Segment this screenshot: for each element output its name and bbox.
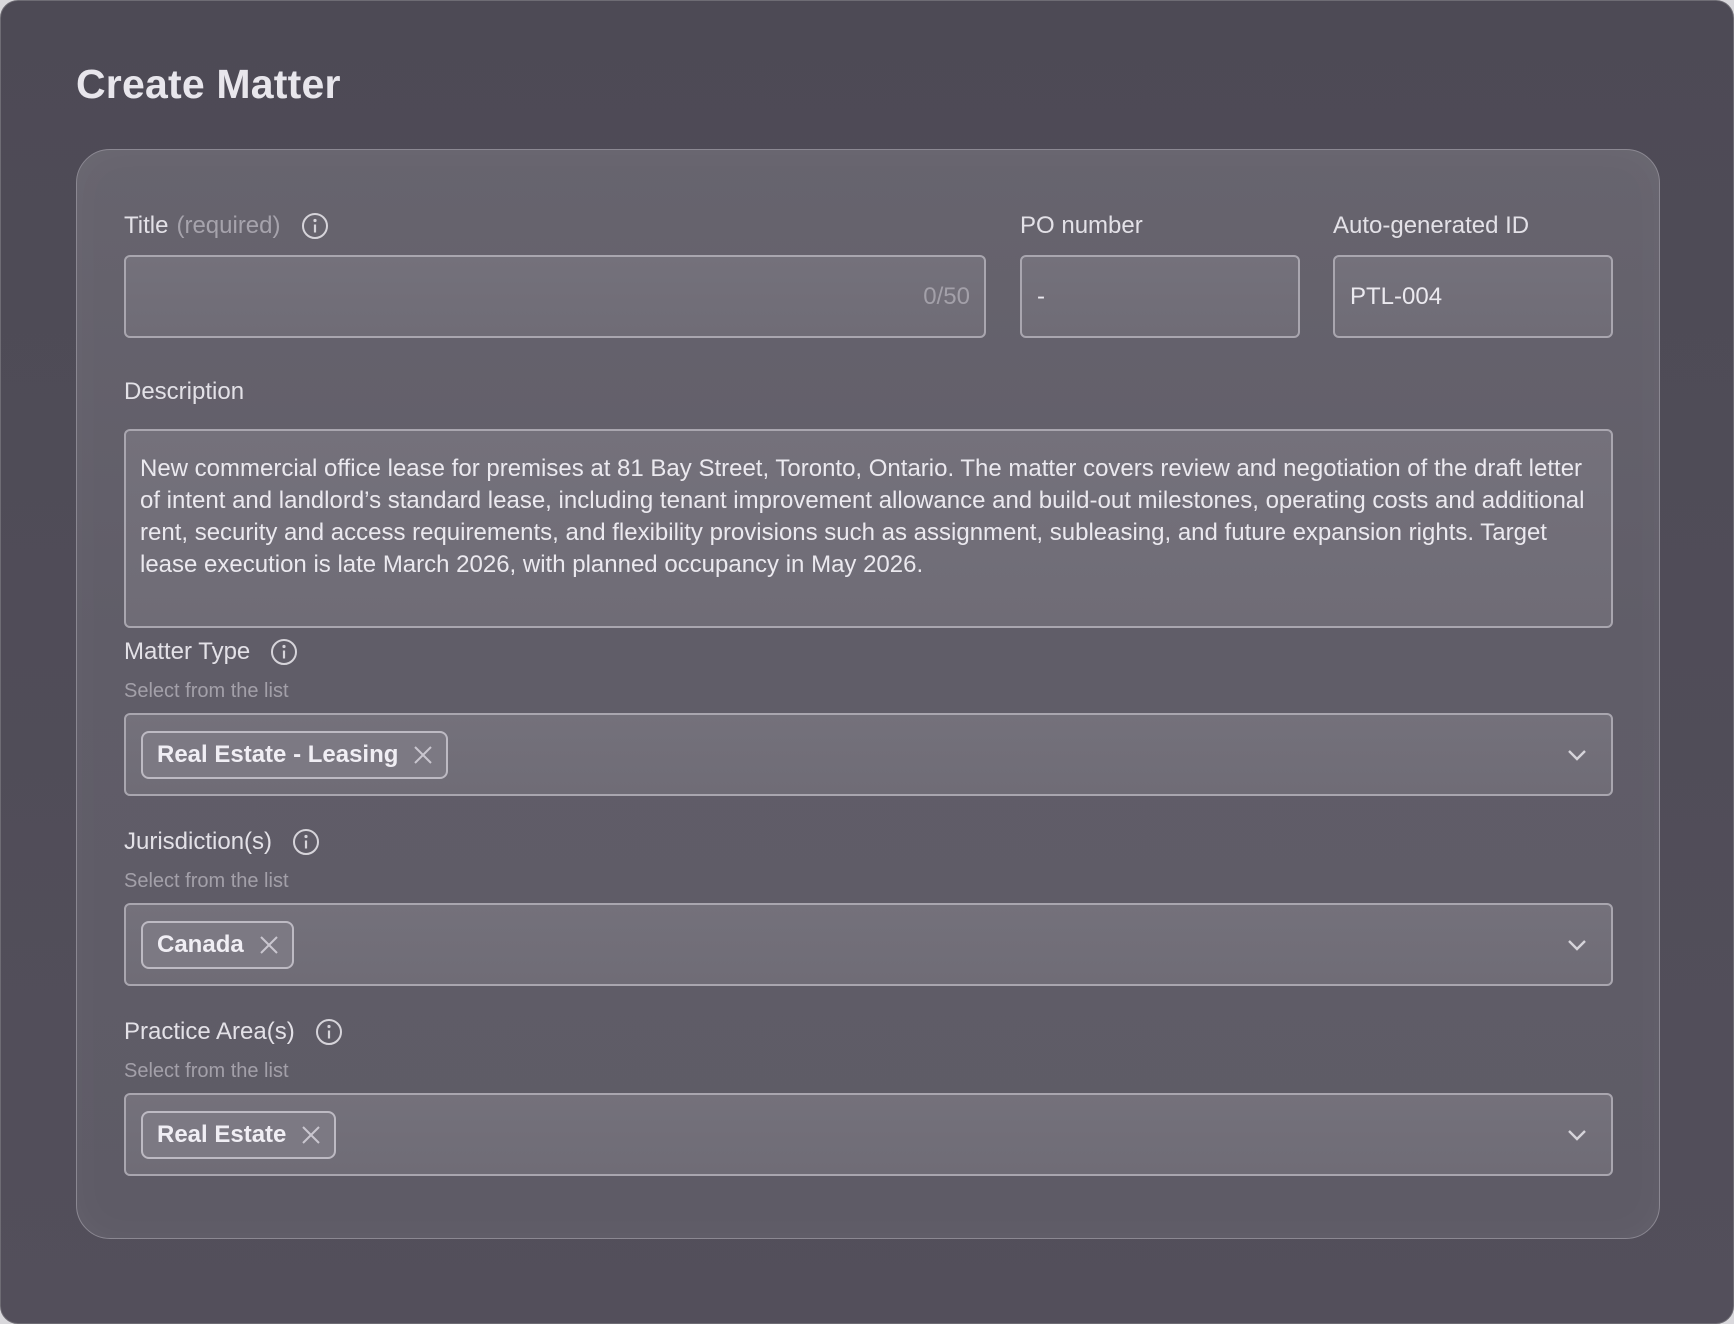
jurisdiction-chip: Canada [141,920,294,969]
matter-type-label: Matter Type [124,638,298,666]
close-icon[interactable] [258,934,280,956]
info-icon[interactable] [301,212,329,240]
chevron-down-icon[interactable] [1565,1123,1589,1147]
matter-type-hint: Select from the list [124,680,289,702]
required-hint: (required) [176,212,281,239]
matter-type-select[interactable]: Real Estate - Leasing [124,713,1613,796]
description-label-text: Description [124,378,245,405]
title-char-counter: 0/50 [923,282,970,310]
matter-type-chip: Real Estate - Leasing [141,730,449,779]
chevron-down-icon[interactable] [1565,933,1589,957]
po-number-input[interactable]: - [1020,255,1300,338]
jurisdictions-select[interactable]: Canada [124,903,1613,986]
description-textarea[interactable]: New commercial office lease for premises… [124,429,1613,628]
title-label-text: Title [124,212,169,239]
po-number-value: - [1037,282,1045,310]
info-icon[interactable] [270,638,298,666]
matter-type-label-text: Matter Type [124,638,251,665]
practice-areas-select[interactable]: Real Estate [124,1093,1613,1176]
auto-id-value: PTL-004 [1350,282,1443,310]
practice-area-chip: Real Estate [141,1110,337,1159]
practice-areas-hint: Select from the list [124,1060,289,1082]
auto-id-label: Auto-generated ID [1333,212,1529,240]
practice-area-chip-label: Real Estate [157,1120,287,1148]
page-title: Create Matter [76,61,341,107]
jurisdictions-hint: Select from the list [124,870,289,892]
po-number-label: PO number [1020,212,1143,240]
info-icon[interactable] [315,1018,343,1046]
description-label: Description [124,378,244,406]
auto-id-field: PTL-004 [1333,255,1613,338]
jurisdictions-label-text: Jurisdiction(s) [124,828,273,855]
practice-areas-label: Practice Area(s) [124,1018,343,1046]
po-number-label-text: PO number [1020,212,1143,239]
matter-form-card: Title (required) 0/50 PO number - Auto-g… [76,149,1660,1239]
auto-id-label-text: Auto-generated ID [1333,212,1530,239]
info-icon[interactable] [292,828,320,856]
title-input[interactable]: 0/50 [124,255,986,338]
chevron-down-icon[interactable] [1565,743,1589,767]
create-matter-window: Create Matter Title (required) 0/50 PO n… [0,0,1734,1324]
jurisdictions-label: Jurisdiction(s) [124,828,320,856]
close-icon[interactable] [412,744,434,766]
description-text: New commercial office lease for premises… [140,455,1585,578]
close-icon[interactable] [300,1124,322,1146]
practice-areas-label-text: Practice Area(s) [124,1018,295,1045]
jurisdiction-chip-label: Canada [157,930,244,958]
title-label: Title (required) [124,212,329,240]
matter-type-chip-label: Real Estate - Leasing [157,740,399,768]
